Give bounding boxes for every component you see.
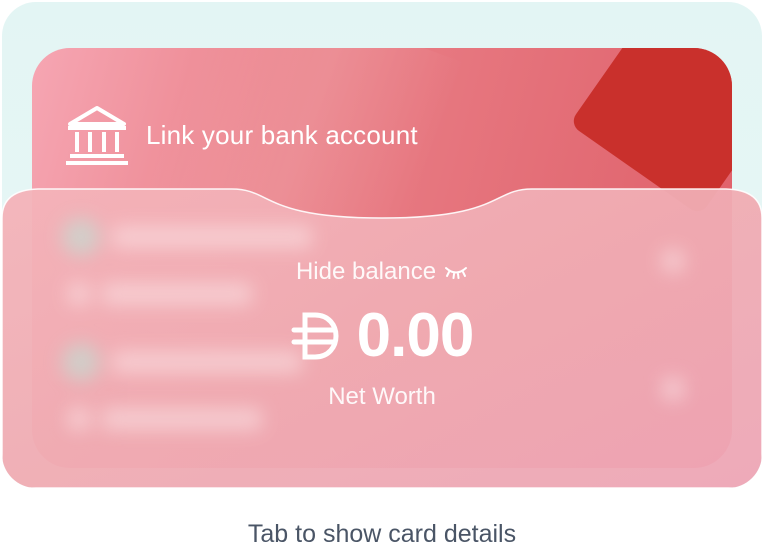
balance-info: Hide balance 0.00 Net Worth xyxy=(2,258,762,411)
hide-balance-label: Hide balance xyxy=(295,258,437,285)
link-bank-account-button[interactable]: Link your bank account xyxy=(64,100,418,170)
balance-amount: 0.00 xyxy=(2,300,762,371)
dirham-icon xyxy=(291,309,347,363)
show-card-details-hint[interactable]: Tab to show card details xyxy=(0,520,764,549)
balance-value: 0.00 xyxy=(356,301,475,370)
eye-closed-icon xyxy=(444,258,468,286)
bank-icon xyxy=(64,102,130,168)
balance-card[interactable]: Hide balance 0.00 Net Worth xyxy=(2,188,762,488)
card-stack-container: Link your bank account Hide balance 0.00… xyxy=(2,2,762,488)
hide-balance-toggle[interactable]: Hide balance xyxy=(296,258,468,286)
link-bank-account-label: Link your bank account xyxy=(146,119,418,150)
net-worth-label: Net Worth xyxy=(328,383,436,410)
